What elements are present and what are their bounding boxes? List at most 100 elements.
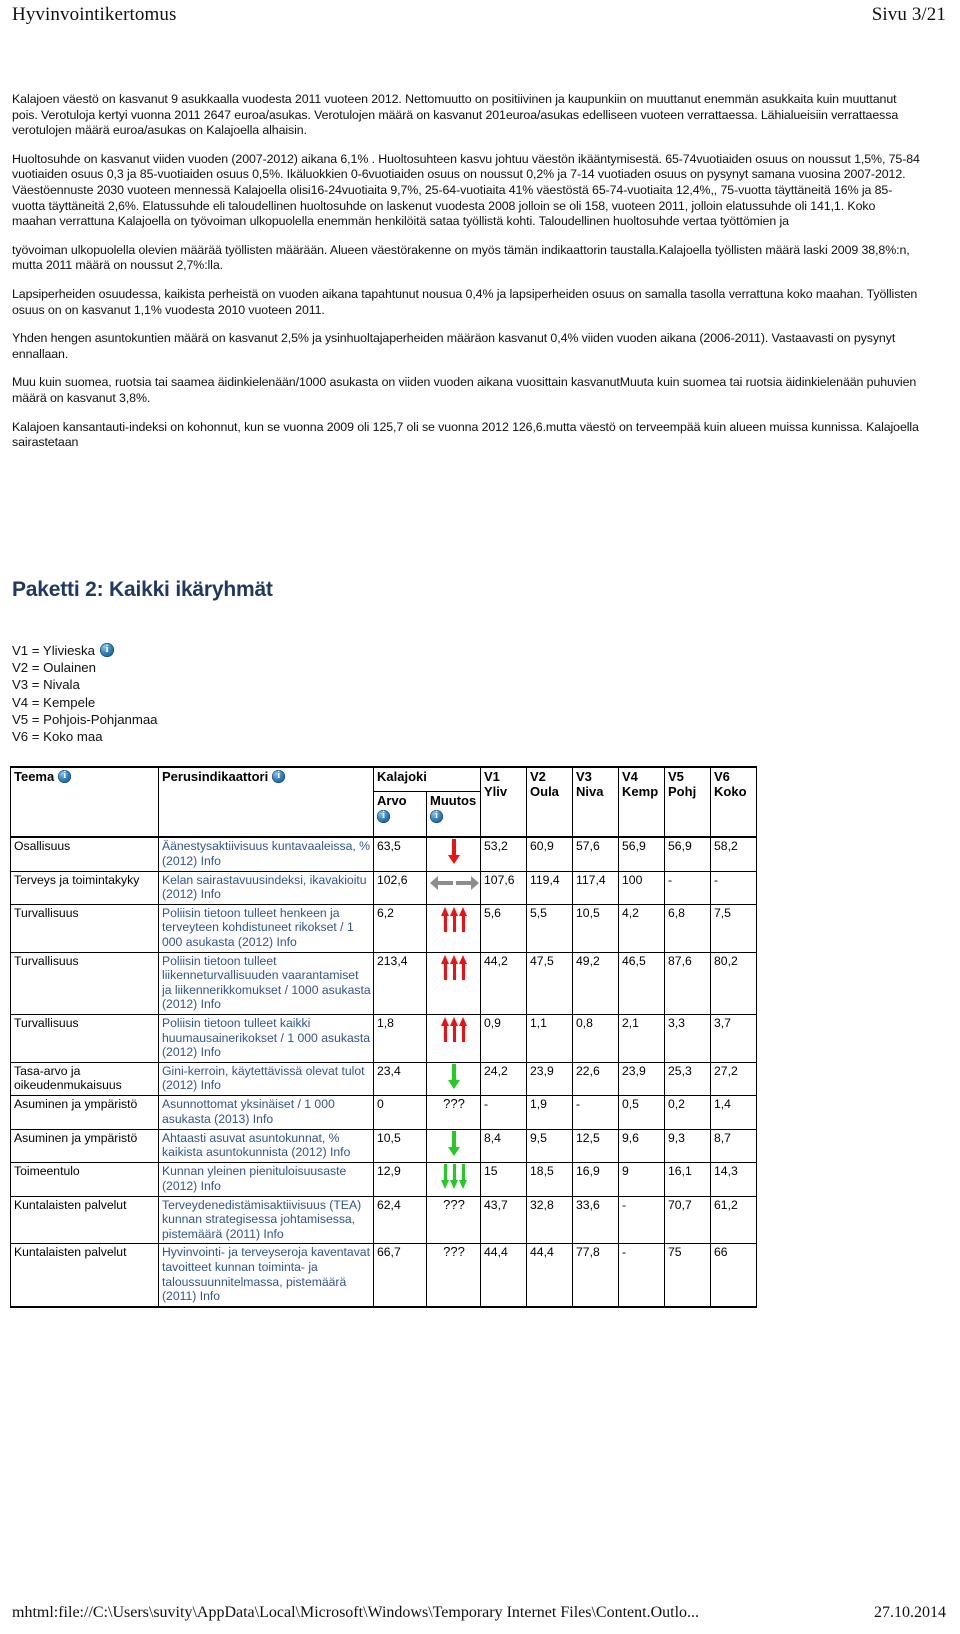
cell-v1: 44,4	[480, 1243, 528, 1308]
change-arrow-up	[440, 1016, 468, 1042]
cell-v2: 119,4	[526, 870, 574, 905]
cell-v2: 44,4	[526, 1243, 574, 1308]
legend-item-v1: V1 = Ylivieska	[12, 642, 158, 659]
cell-v1: 15	[480, 1162, 528, 1197]
cell-v5: 0,2	[664, 1095, 712, 1130]
cell-v2: 1,1	[526, 1013, 574, 1063]
cell-indicator[interactable]: Kelan sairastavuusindeksi, ikavakioitu (…	[158, 870, 374, 905]
change-arrow-stable	[430, 873, 479, 893]
change-unknown: ???	[443, 1196, 465, 1212]
cell-v5: 25,3	[664, 1061, 712, 1097]
cell-theme: Osallisuus	[10, 835, 159, 872]
cell-theme: Kuntalaisten palvelut	[10, 1195, 159, 1245]
cell-v2: 60,9	[526, 835, 574, 872]
table-row: Asuminen ja ympäristö Asunnottomat yksinä…	[10, 1095, 758, 1130]
table-row: Osallisuus Äänestysaktiivisuus kuntavaale…	[10, 835, 758, 872]
change-unknown: ???	[443, 1096, 465, 1112]
cell-indicator[interactable]: Terveydenedistämisaktiivisuus (TEA) kunn…	[158, 1195, 374, 1245]
cell-v4: 0,5	[618, 1095, 666, 1130]
info-icon[interactable]	[272, 769, 286, 783]
cell-v5: 56,9	[664, 835, 712, 872]
cell-indicator[interactable]: Gini-kerroin, käytettävissä olevat tulot…	[158, 1061, 374, 1097]
cell-v3: 10,5	[572, 903, 620, 953]
col-header-theme-label: Teema	[14, 769, 55, 784]
cell-v4: 46,5	[618, 951, 666, 1015]
cell-muutos: ???	[425, 1195, 482, 1245]
change-arrow-down	[447, 1130, 461, 1157]
cell-v6: 80,2	[710, 951, 758, 1015]
cell-arvo: 63,5	[373, 835, 427, 872]
cell-muutos	[425, 951, 482, 1015]
paragraph-3: työvoiman ulkopuolella olevien määrää ty…	[12, 242, 910, 273]
cell-v3: 16,9	[572, 1162, 620, 1197]
cell-indicator[interactable]: Kunnan yleinen pienituloisuusaste (2012)…	[158, 1162, 374, 1197]
cell-v5: 70,7	[664, 1195, 712, 1245]
cell-indicator[interactable]: Äänestysaktiivisuus kuntavaaleissa, % (2…	[158, 835, 374, 872]
cell-indicator[interactable]: Poliisin tietoon tulleet liikenneturvall…	[158, 951, 374, 1015]
cell-v6: 1,4	[710, 1095, 758, 1130]
page-footer: mhtml:file://C:\Users\suvity\AppData\Loc…	[0, 1604, 960, 1622]
cell-v5: -	[664, 870, 712, 905]
cell-muutos	[425, 903, 482, 953]
table-row: Asuminen ja ympäristö Ahtaasti asuvat asu…	[10, 1128, 758, 1164]
cell-indicator[interactable]: Poliisin tietoon tulleet henkeen ja terv…	[158, 903, 374, 953]
change-arrow-down	[447, 1063, 461, 1090]
info-icon[interactable]	[99, 642, 114, 657]
cell-v3: 33,6	[572, 1195, 620, 1245]
cell-v3: -	[572, 1095, 620, 1130]
paragraph-2: Huoltosuhde on kasvanut viiden vuoden (2…	[12, 151, 920, 229]
cell-v4: -	[618, 1243, 666, 1308]
cell-v4: 9	[618, 1162, 666, 1197]
cell-indicator[interactable]: Asunnottomat yksinäiset / 1 000 asukasta…	[158, 1095, 374, 1130]
cell-v4: 100	[618, 870, 666, 905]
cell-muutos	[425, 870, 482, 905]
col-header-v5: V5 Pohj	[664, 766, 712, 838]
document-title: Hyvinvointikertomus	[12, 4, 177, 25]
cell-v2: 32,8	[526, 1195, 574, 1245]
col-header-v2-code: V2	[530, 769, 546, 784]
cell-theme: Terveys ja toimintakyky	[10, 870, 159, 905]
cell-v6: 61,2	[710, 1195, 758, 1245]
table-row: Turvallisuus Poliisin tietoon tulleet lii…	[10, 951, 758, 1015]
col-header-v2: V2 Oula	[526, 766, 574, 838]
col-header-v3: V3 Niva	[572, 766, 620, 838]
cell-v6: 8,7	[710, 1128, 758, 1164]
cell-muutos	[425, 1061, 482, 1097]
cell-v6: 7,5	[710, 903, 758, 953]
paragraph-7: Kalajoen kansantauti-indeksi on kohonnut…	[12, 419, 919, 450]
info-icon[interactable]	[430, 809, 443, 824]
cell-indicator[interactable]: Hyvinvointi- ja terveyseroja kaventavat …	[158, 1243, 374, 1308]
cell-indicator[interactable]: Poliisin tietoon tulleet kaikki huumausa…	[158, 1013, 374, 1063]
col-header-arvo-label: Arvo	[377, 793, 407, 809]
col-header-indicator-label: Perusindikaattori	[162, 769, 269, 784]
info-icon[interactable]	[58, 769, 72, 783]
table-row: Kuntalaisten palvelut Terveydenedistämisa…	[10, 1195, 758, 1245]
change-arrow-up	[440, 906, 468, 932]
cell-v1: 107,6	[480, 870, 528, 905]
cell-v4: 9,6	[618, 1128, 666, 1164]
col-header-v3-code: V3	[576, 769, 592, 784]
col-header-v5-code: V5	[668, 769, 684, 784]
cell-v5: 87,6	[664, 951, 712, 1015]
cell-theme: Asuminen ja ympäristö	[10, 1095, 159, 1130]
cell-theme: Turvallisuus	[10, 1013, 159, 1063]
col-header-indicator: Perusindikaattori	[158, 766, 374, 838]
cell-v4: 2,1	[618, 1013, 666, 1063]
cell-indicator[interactable]: Ahtaasti asuvat asuntokunnat, % kaikista…	[158, 1128, 374, 1164]
col-header-muutos: Muutos	[425, 791, 482, 838]
cell-theme: Kuntalaisten palvelut	[10, 1243, 159, 1308]
table-header-row-1: Teema Perusindikaattori Kalajoki V1 Yliv…	[10, 766, 758, 838]
cell-v4: -	[618, 1195, 666, 1245]
cell-v3: 0,8	[572, 1013, 620, 1063]
footer-file-path: mhtml:file://C:\Users\suvity\AppData\Loc…	[12, 1604, 700, 1621]
cell-v1: 43,7	[480, 1195, 528, 1245]
cell-v5: 9,3	[664, 1128, 712, 1164]
col-header-v1-name: Yliv	[484, 784, 508, 799]
info-icon[interactable]	[377, 809, 390, 824]
legend-label-v1: V1 = Ylivieska	[12, 643, 95, 658]
cell-v2: 23,9	[526, 1061, 574, 1097]
col-header-v6: V6 Koko	[710, 766, 758, 838]
cell-arvo: 23,4	[373, 1061, 427, 1097]
cell-v5: 16,1	[664, 1162, 712, 1197]
cell-muutos: ???	[425, 1095, 482, 1130]
